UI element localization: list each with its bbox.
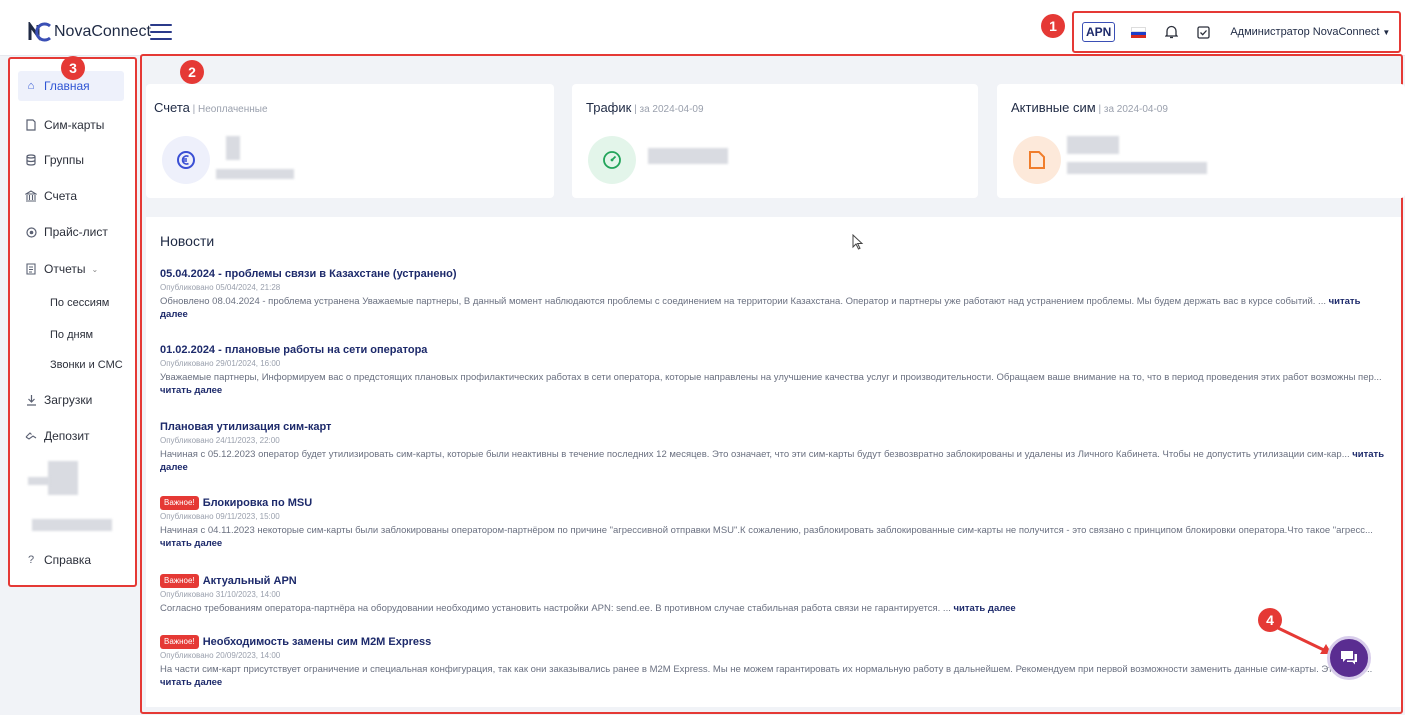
task-checkbox-icon[interactable] <box>1196 25 1210 39</box>
header-actions: APN Администратор NovaConnect ▼ <box>1072 11 1401 53</box>
card-title: Счета | Неоплаченные <box>154 100 268 115</box>
sidebar-item-groups[interactable]: Группы <box>18 145 124 175</box>
news-date: Опубликовано 09/11/2023, 15:00 <box>160 512 280 521</box>
blurred-value <box>648 148 728 164</box>
active-sims-card[interactable]: Активные сим | за 2024-04-09 <box>997 84 1405 198</box>
read-more-link[interactable]: читать далее <box>160 385 222 396</box>
database-icon <box>24 153 38 167</box>
callout-badge-1: 1 <box>1041 14 1065 38</box>
document-icon <box>1013 136 1061 184</box>
blurred-content <box>48 461 78 495</box>
blurred-value <box>1067 136 1119 154</box>
news-date: Опубликовано 05/04/2024, 21:28 <box>160 283 281 292</box>
chat-icon <box>1341 651 1357 665</box>
coin-icon <box>24 225 38 239</box>
card-title: Активные сим | за 2024-04-09 <box>1011 100 1168 115</box>
logo[interactable]: NovaConnect <box>28 22 151 42</box>
home-icon: ⌂ <box>27 80 35 92</box>
main-content: Счета | Неоплаченные Трафик | за 2024-04… <box>140 54 1405 714</box>
news-date: Опубликовано 20/09/2023, 14:00 <box>160 651 281 660</box>
sidebar-item-price-list[interactable]: Прайс-лист <box>18 217 124 247</box>
chat-button[interactable] <box>1327 636 1371 680</box>
read-more-link[interactable]: читать далее <box>953 603 1015 614</box>
bank-icon <box>24 189 38 203</box>
news-date: Опубликовано 29/01/2024, 16:00 <box>160 359 281 368</box>
mouse-cursor-icon <box>852 234 864 250</box>
sidebar-subitem-calls-sms[interactable]: Звонки и СМС <box>50 359 123 371</box>
download-icon <box>24 393 38 407</box>
news-title-link[interactable]: Важное! Актуальный APN <box>160 573 1385 588</box>
card-title: Трафик | за 2024-04-09 <box>586 100 704 115</box>
news-title-link[interactable]: Важное! Блокировка по MSU <box>160 495 1385 510</box>
news-text: Согласно требованиям оператора-партнёра … <box>160 603 1016 614</box>
top-header: NovaConnect APN Администратор NovaConnec… <box>0 0 1405 56</box>
sidebar-subitem-sessions[interactable]: По сессиям <box>50 297 109 309</box>
logo-icon <box>28 22 51 42</box>
russian-flag-icon[interactable] <box>1131 26 1147 38</box>
invoices-card[interactable]: Счета | Неоплаченные <box>146 84 554 198</box>
apn-button[interactable]: APN <box>1082 22 1116 42</box>
news-item: Важное! Актуальный APN Опубликовано 31/10… <box>160 573 1385 615</box>
sidebar-item-help[interactable]: ? Справка <box>18 545 124 575</box>
sidebar: ⌂ Главная Сим-карты Группы Счета Прайс-ли… <box>8 57 137 587</box>
bell-icon[interactable] <box>1164 25 1178 39</box>
news-title-link[interactable]: 05.04.2024 - проблемы связи в Казахстане… <box>160 266 1385 281</box>
blurred-value <box>1067 162 1207 174</box>
chevron-down-icon: ▼ <box>1382 28 1391 37</box>
news-item: Важное! Необходимость замены сим M2M Expr… <box>160 634 1385 689</box>
gauge-icon <box>588 136 636 184</box>
important-badge: Важное! <box>160 573 199 588</box>
read-more-link[interactable]: читать далее <box>160 538 222 549</box>
sim-icon <box>24 118 38 132</box>
important-badge: Важное! <box>160 495 199 510</box>
menu-toggle-icon[interactable] <box>150 22 172 42</box>
sidebar-item-invoices[interactable]: Счета <box>18 181 124 211</box>
blurred-content <box>28 477 50 485</box>
news-title-link[interactable]: Важное! Необходимость замены сим M2M Expr… <box>160 634 1385 649</box>
chevron-down-icon: ⌄ <box>91 264 99 274</box>
news-item: 01.02.2024 - плановые работы на сети опе… <box>160 342 1385 397</box>
news-date: Опубликовано 24/11/2023, 22:00 <box>160 436 280 445</box>
help-icon: ? <box>27 554 35 566</box>
sidebar-item-reports[interactable]: Отчеты ⌄ <box>18 254 124 284</box>
news-text: Обновлено 08.04.2024 - проблема устранен… <box>160 296 1361 320</box>
news-item: 05.04.2024 - проблемы связи в Казахстане… <box>160 266 1385 321</box>
news-text: На части сим-карт присутствует ограничен… <box>160 664 1373 688</box>
important-badge: Важное! <box>160 634 199 649</box>
news-text: Уважаемые партнеры, Информируем вас о пр… <box>160 372 1382 396</box>
euro-icon <box>162 136 210 184</box>
callout-badge-2: 2 <box>180 60 204 84</box>
sidebar-item-downloads[interactable]: Загрузки <box>18 385 124 415</box>
read-more-link[interactable]: читать далее <box>160 677 222 688</box>
news-title-link[interactable]: Плановая утилизация сим-карт <box>160 419 1385 434</box>
sidebar-subitem-days[interactable]: По дням <box>50 329 93 341</box>
traffic-card[interactable]: Трафик | за 2024-04-09 <box>572 84 978 198</box>
sidebar-item-sims[interactable]: Сим-карты <box>18 110 124 140</box>
sidebar-item-deposit[interactable]: Депозит <box>18 421 124 451</box>
logo-text: NovaConnect <box>54 23 151 40</box>
blurred-value <box>216 169 294 179</box>
news-text: Начиная с 05.12.2023 оператор будет утил… <box>160 449 1385 473</box>
blurred-value <box>226 136 240 160</box>
news-text: Начиная с 04.11.2023 некоторые сим-карты… <box>160 525 1373 549</box>
news-panel: Новости 05.04.2024 - проблемы связи в Ка… <box>146 217 1401 707</box>
news-title-link[interactable]: 01.02.2024 - плановые работы на сети опе… <box>160 342 1385 357</box>
news-item: Важное! Блокировка по MSU Опубликовано 09… <box>160 495 1385 550</box>
news-heading: Новости <box>160 233 215 249</box>
deposit-icon <box>24 429 38 443</box>
news-date: Опубликовано 31/10/2023, 14:00 <box>160 590 281 599</box>
callout-badge-3: 3 <box>61 56 85 80</box>
report-icon <box>24 262 38 276</box>
blurred-content <box>32 519 112 531</box>
user-menu[interactable]: Администратор NovaConnect ▼ <box>1230 26 1390 38</box>
news-item: Плановая утилизация сим-карт Опубликован… <box>160 419 1385 474</box>
user-name: Администратор NovaConnect <box>1230 26 1380 38</box>
